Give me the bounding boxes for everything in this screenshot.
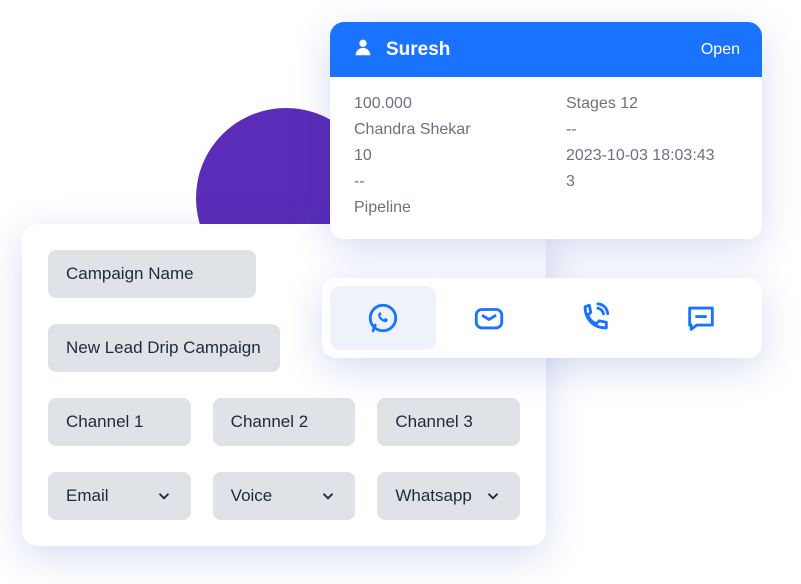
whatsapp-icon[interactable]	[330, 286, 436, 350]
mail-icon[interactable]	[436, 286, 542, 350]
sms-icon[interactable]	[648, 286, 754, 350]
contact-field: 2023-10-03 18:03:43	[566, 147, 738, 165]
contact-header: Suresh Open	[330, 22, 762, 77]
contact-body: 100.000 Chandra Shekar 10 -- Pipeline St…	[330, 77, 762, 239]
contact-field: --	[354, 173, 526, 191]
channel-3-label: Channel 3	[377, 398, 520, 446]
chevron-down-icon	[484, 487, 502, 505]
contact-card: Suresh Open 100.000 Chandra Shekar 10 --…	[330, 22, 762, 239]
channel-2-label: Channel 2	[213, 398, 356, 446]
campaign-name-label: Campaign Name	[48, 250, 256, 298]
contact-name: Suresh	[386, 39, 450, 61]
chevron-down-icon	[155, 487, 173, 505]
channel-2-select[interactable]: Voice	[213, 472, 356, 520]
phone-icon[interactable]	[542, 286, 648, 350]
contact-field: 100.000	[354, 95, 526, 113]
campaign-name-input[interactable]: New Lead Drip Campaign	[48, 324, 280, 372]
chevron-down-icon	[319, 487, 337, 505]
channel-1-label: Channel 1	[48, 398, 191, 446]
contact-field: 3	[566, 173, 738, 191]
contact-status[interactable]: Open	[701, 41, 740, 59]
contact-right-col: Stages 12 -- 2023-10-03 18:03:43 3	[566, 95, 738, 217]
channel-3-select[interactable]: Whatsapp	[377, 472, 520, 520]
contact-field: Stages 12	[566, 95, 738, 113]
campaign-panel: Campaign Name New Lead Drip Campaign Cha…	[22, 224, 546, 546]
contact-field: Chandra Shekar	[354, 121, 526, 139]
person-icon	[352, 36, 374, 63]
channel-1-select[interactable]: Email	[48, 472, 191, 520]
contact-field: 10	[354, 147, 526, 165]
channel-bar	[322, 278, 762, 358]
contact-left-col: 100.000 Chandra Shekar 10 -- Pipeline	[354, 95, 526, 217]
contact-field: Pipeline	[354, 199, 526, 217]
contact-field: --	[566, 121, 738, 139]
